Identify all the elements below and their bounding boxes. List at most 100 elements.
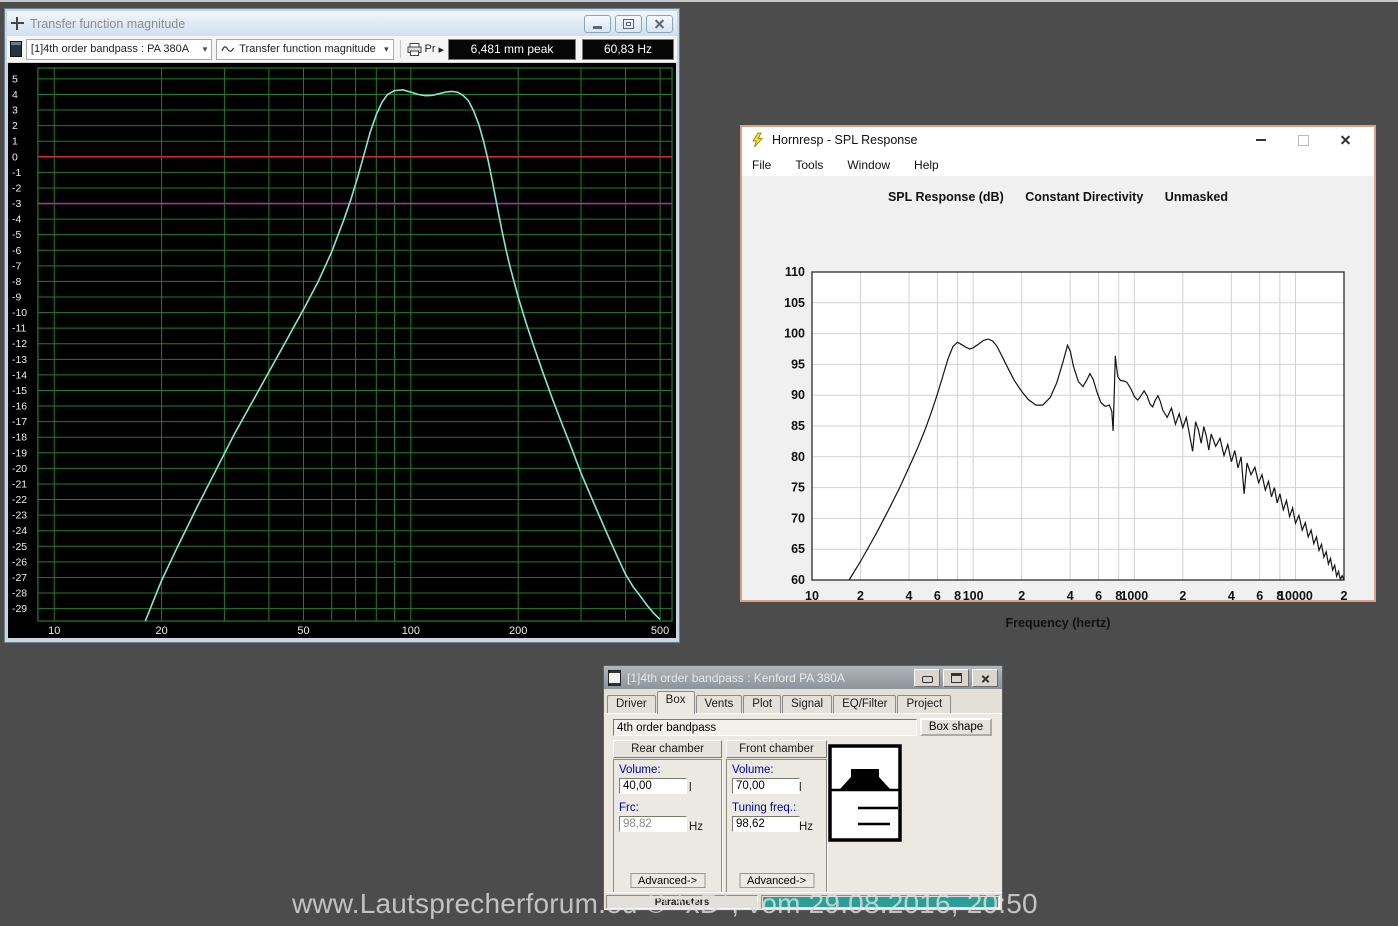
project-select-value: [1]4th order bandpass : PA 380A <box>31 43 199 55</box>
screen: Transfer function magnitude [1]4th order… <box>0 0 1398 926</box>
hornresp-window-title: Hornresp - SPL Response <box>772 133 1240 147</box>
rear-volume-input[interactable] <box>619 778 687 794</box>
svg-text:110: 110 <box>785 265 805 279</box>
svg-text:105: 105 <box>784 296 805 310</box>
svg-text:-26: -26 <box>12 557 27 568</box>
rear-chamber-panel: Volume: l Frc: Hz Advanced-> <box>613 759 722 894</box>
svg-text:2: 2 <box>1179 589 1186 603</box>
transfer-function-chart: 543210-1-2-3-4-5-6-7-8-9-10-11-12-13-14-… <box>8 63 676 638</box>
close-button[interactable] <box>646 15 673 33</box>
tab-eq-filter[interactable]: EQ/Filter <box>833 695 896 714</box>
maximize-icon <box>623 19 634 29</box>
screen-top-edge <box>0 0 1398 2</box>
print-button[interactable]: Pr ▸ <box>407 43 445 56</box>
tuning-freq-unit: Hz <box>799 821 813 833</box>
svg-text:95: 95 <box>791 357 805 371</box>
minimize-icon <box>593 26 602 29</box>
tab-project[interactable]: Project <box>897 695 951 714</box>
bandpass-box-page: Box shape Rear chamber Front chamber Vol… <box>604 713 1002 891</box>
chart-title: SPL Response (dB) <box>888 190 1004 204</box>
svg-text:80: 80 <box>791 450 805 464</box>
bandpass-titlebar[interactable]: [1]4th order bandpass : Kenford PA 380A <box>604 666 1002 689</box>
close-button[interactable] <box>972 669 998 687</box>
svg-text:100: 100 <box>784 327 805 341</box>
tab-plot[interactable]: Plot <box>743 695 781 714</box>
rear-chamber-header[interactable]: Rear chamber <box>613 740 722 758</box>
menu-file[interactable]: File <box>752 158 771 172</box>
svg-text:4: 4 <box>12 90 18 101</box>
minimize-button[interactable] <box>1240 129 1282 151</box>
minimize-button[interactable] <box>914 669 940 687</box>
svg-text:-16: -16 <box>12 402 27 413</box>
svg-text:65: 65 <box>791 542 805 556</box>
svg-text:-9: -9 <box>12 292 21 303</box>
svg-text:1: 1 <box>12 137 18 148</box>
svg-text:-12: -12 <box>12 339 27 350</box>
box-name-input[interactable] <box>613 719 917 736</box>
tf-titlebar[interactable]: Transfer function magnitude <box>7 11 677 36</box>
tab-driver[interactable]: Driver <box>607 695 656 714</box>
svg-text:2: 2 <box>12 121 18 132</box>
front-chamber-header[interactable]: Front chamber <box>726 740 827 758</box>
svg-text:6: 6 <box>934 589 941 603</box>
svg-text:-17: -17 <box>12 417 27 428</box>
svg-text:90: 90 <box>791 388 805 402</box>
svg-text:2: 2 <box>857 589 864 603</box>
crosshair-icon <box>11 17 24 30</box>
svg-text:-28: -28 <box>12 589 27 600</box>
chevron-down-icon: ▾ <box>384 44 389 55</box>
svg-text:10000: 10000 <box>1278 589 1313 603</box>
svg-text:-27: -27 <box>12 573 27 584</box>
svg-text:85: 85 <box>791 419 805 433</box>
tuning-freq-input[interactable] <box>732 816 800 832</box>
front-advanced-button[interactable]: Advanced-> <box>739 873 814 888</box>
svg-text:4: 4 <box>906 589 913 603</box>
svg-text:8: 8 <box>954 589 961 603</box>
sine-wave-icon <box>221 44 235 54</box>
project-select[interactable]: [1]4th order bandpass : PA 380A ▾ <box>26 39 212 60</box>
svg-text:-23: -23 <box>12 511 27 522</box>
tab-vents[interactable]: Vents <box>696 695 743 714</box>
spl-chart-header: SPL Response (dB) Constant Directivity U… <box>742 190 1374 204</box>
maximize-button[interactable] <box>1282 129 1324 151</box>
frc-input[interactable] <box>619 816 687 832</box>
frequency-axis-label: Frequency (hertz) <box>742 616 1374 630</box>
menu-tools[interactable]: Tools <box>795 158 823 172</box>
maximize-icon <box>1298 135 1309 146</box>
tab-box[interactable]: Box <box>657 691 695 714</box>
bandpass-window-title: [1]4th order bandpass : Kenford PA 380A <box>627 671 911 685</box>
tab-signal[interactable]: Signal <box>782 695 832 714</box>
front-volume-input[interactable] <box>732 778 800 794</box>
chart-mode-directivity: Constant Directivity <box>1025 190 1143 204</box>
maximize-button[interactable] <box>615 15 642 33</box>
hornresp-body: SPL Response (dB) Constant Directivity U… <box>742 176 1374 600</box>
restore-button[interactable] <box>943 669 969 687</box>
menu-help[interactable]: Help <box>914 158 939 172</box>
svg-text:6: 6 <box>1095 589 1102 603</box>
rear-advanced-button[interactable]: Advanced-> <box>630 873 705 888</box>
svg-text:-7: -7 <box>12 261 21 272</box>
restore-icon <box>951 673 962 683</box>
svg-text:75: 75 <box>791 481 805 495</box>
tf-toolbar: [1]4th order bandpass : PA 380A ▾ Transf… <box>7 36 677 63</box>
view-select[interactable]: Transfer function magnitude ▾ <box>216 39 393 60</box>
hornresp-titlebar[interactable]: Hornresp - SPL Response <box>742 127 1374 153</box>
close-button[interactable] <box>1324 129 1366 151</box>
svg-text:70: 70 <box>791 511 805 525</box>
enclosure-outline <box>830 746 900 840</box>
svg-text:50: 50 <box>297 625 309 637</box>
svg-text:-29: -29 <box>12 604 27 615</box>
driver-magnet-icon <box>851 769 879 778</box>
front-chamber-panel: Volume: l Tuning freq.: Hz Advanced-> <box>726 759 827 894</box>
menu-window[interactable]: Window <box>847 158 890 172</box>
chevron-right-icon: ▸ <box>439 43 445 56</box>
frc-unit: Hz <box>689 821 703 833</box>
minimize-button[interactable] <box>584 15 611 33</box>
close-icon <box>1340 135 1351 146</box>
svg-text:6: 6 <box>1256 589 1263 603</box>
box-shape-button[interactable]: Box shape <box>920 718 992 736</box>
transfer-function-plot[interactable]: 543210-1-2-3-4-5-6-7-8-9-10-11-12-13-14-… <box>8 63 676 638</box>
minimize-icon <box>922 676 933 683</box>
svg-text:-24: -24 <box>12 526 27 537</box>
svg-text:2: 2 <box>1341 589 1348 603</box>
